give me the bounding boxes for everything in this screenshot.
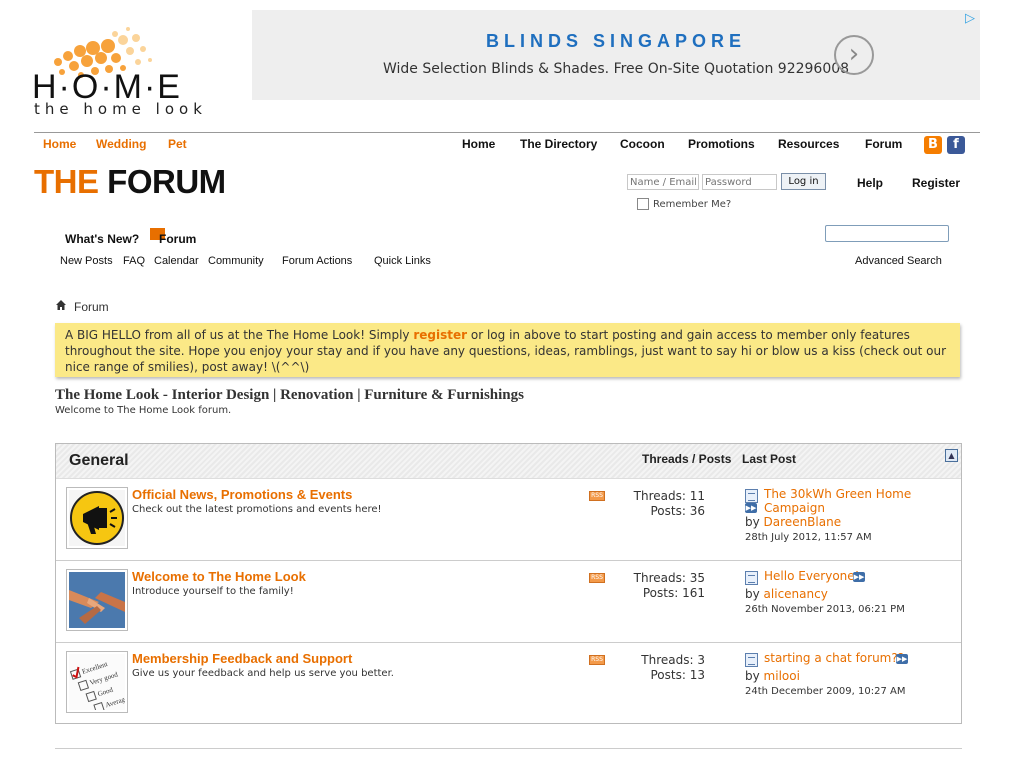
forum-title-link[interactable]: Official News, Promotions & Events — [132, 487, 352, 502]
topnav-wedding[interactable]: Wedding — [96, 137, 146, 151]
welcome-notice: A BIG HELLO from all of us at the The Ho… — [55, 323, 960, 377]
collapse-icon[interactable]: ▲ — [945, 449, 958, 462]
last-post-title[interactable]: The 30kWh Green Home Campaign — [764, 487, 961, 515]
subnav-calendar[interactable]: Calendar — [154, 255, 199, 267]
mainnav-home[interactable]: Home — [462, 137, 495, 151]
category-header: General Threads / Posts Last Post ▲ — [56, 444, 961, 479]
rss-icon[interactable]: RSS — [589, 573, 605, 583]
thread-count: Threads: 35 — [633, 571, 705, 585]
go-to-last-post-icon[interactable]: ▶▶ — [853, 572, 865, 582]
author-link[interactable]: milooi — [764, 669, 800, 683]
subnav-forum-actions[interactable]: Forum Actions — [282, 255, 352, 267]
advanced-search-link[interactable]: Advanced Search — [855, 255, 942, 267]
ad-banner[interactable]: BLINDS SINGAPORE Wide Selection Blinds &… — [252, 10, 980, 100]
forum-title-forum: FORUM — [107, 163, 226, 200]
topnav-pet[interactable]: Pet — [168, 137, 187, 151]
author-link[interactable]: alicenancy — [764, 587, 828, 601]
remember-me-label: Remember Me? — [653, 199, 732, 210]
search-input[interactable] — [825, 225, 949, 242]
post-count: Posts: 36 — [650, 504, 706, 518]
thread-icon — [745, 489, 758, 503]
site-subtitle: Welcome to The Home Look forum. — [55, 405, 232, 416]
last-post-date: 24th December 2009, 10:27 AM — [745, 686, 906, 697]
notice-register-link[interactable]: register — [413, 328, 467, 342]
home-look-logo[interactable]: H·O·M·E the home look — [20, 20, 220, 120]
last-post-title[interactable]: Hello Everyone! — [764, 569, 859, 583]
mainnav-resources[interactable]: Resources — [778, 137, 839, 151]
password-input[interactable] — [702, 174, 777, 190]
header-threads-posts: Threads / Posts — [642, 452, 732, 466]
username-input[interactable] — [627, 174, 699, 190]
rss-icon[interactable]: RSS — [589, 491, 605, 501]
go-to-last-post-icon[interactable]: ▶▶ — [745, 503, 757, 513]
tab-forum[interactable]: Forum — [159, 232, 196, 246]
subnav-quick-links[interactable]: Quick Links — [374, 255, 431, 267]
help-link[interactable]: Help — [857, 176, 883, 190]
last-post-date: 28th July 2012, 11:57 AM — [745, 532, 872, 543]
last-post-author: by DareenBlane — [745, 515, 841, 529]
mainnav-promotions[interactable]: Promotions — [688, 137, 755, 151]
notice-text-before: A BIG HELLO from all of us at the The Ho… — [65, 328, 414, 342]
forum-row: Welcome to The Home Look Introduce yours… — [56, 561, 961, 643]
go-to-last-post-icon[interactable]: ▶▶ — [896, 654, 908, 664]
by-label: by — [745, 587, 760, 601]
forum-thumbnail[interactable]: Excellent Very good Good Average — [66, 651, 128, 713]
last-post-author: by milooi — [745, 669, 800, 683]
breadcrumb[interactable]: Forum — [74, 300, 109, 314]
subnav-faq[interactable]: FAQ — [123, 255, 145, 267]
feedback-checklist-icon: Excellent Very good Good Average — [69, 654, 125, 710]
mainnav-directory[interactable]: The Directory — [520, 137, 597, 151]
by-label: by — [745, 669, 760, 683]
post-count: Posts: 13 — [650, 668, 706, 682]
subnav-new-posts[interactable]: New Posts — [60, 255, 113, 267]
blogger-icon[interactable]: B — [924, 136, 942, 154]
last-post-date: 26th November 2013, 06:21 PM — [745, 604, 905, 615]
logo-tagline: the home look — [34, 100, 207, 118]
rss-icon[interactable]: RSS — [589, 655, 605, 665]
megaphone-icon — [70, 491, 124, 545]
next-category-edge — [55, 748, 962, 758]
site-title: The Home Look - Interior Design | Renova… — [55, 387, 524, 403]
author-link[interactable]: DareenBlane — [764, 515, 842, 529]
forum-description: Give us your feedback and help us serve … — [132, 668, 394, 679]
category-title[interactable]: General — [69, 452, 129, 470]
forum-thumbnail[interactable] — [66, 487, 128, 549]
login-button[interactable]: Log in — [781, 173, 826, 190]
home-icon[interactable] — [55, 299, 67, 311]
forum-title-link[interactable]: Welcome to The Home Look — [132, 569, 306, 584]
thread-icon — [745, 571, 758, 585]
topnav-home[interactable]: Home — [43, 137, 76, 151]
register-link[interactable]: Register — [912, 176, 960, 190]
forum-row: Excellent Very good Good Average Members… — [56, 643, 961, 725]
forum-thumbnail[interactable] — [66, 569, 128, 631]
ad-arrow-icon[interactable]: › — [834, 35, 874, 75]
nav-divider — [34, 132, 980, 133]
forum-description: Check out the latest promotions and even… — [132, 504, 382, 515]
forum-title-link[interactable]: Membership Feedback and Support — [132, 651, 352, 666]
header-last-post: Last Post — [742, 452, 797, 466]
subnav-community[interactable]: Community — [208, 255, 264, 267]
last-post-author: by alicenancy — [745, 587, 828, 601]
tab-whats-new[interactable]: What's New? — [65, 232, 139, 246]
remember-me-checkbox[interactable] — [637, 198, 649, 210]
forum-category-general: General Threads / Posts Last Post ▲ Offi… — [55, 443, 962, 724]
mainnav-forum[interactable]: Forum — [865, 137, 902, 151]
post-count: Posts: 161 — [642, 586, 705, 600]
thread-count: Threads: 11 — [633, 489, 705, 503]
forum-row: Official News, Promotions & Events Check… — [56, 479, 961, 561]
handshake-icon — [69, 572, 125, 628]
by-label: by — [745, 515, 760, 529]
mainnav-cocoon[interactable]: Cocoon — [620, 137, 665, 151]
thread-count: Threads: 3 — [641, 653, 705, 667]
ad-choices-icon[interactable]: ▷ — [965, 11, 975, 26]
facebook-icon[interactable]: f — [947, 136, 965, 154]
thread-icon — [745, 653, 758, 667]
forum-description: Introduce yourself to the family! — [132, 586, 294, 597]
forum-page-title: THE FORUM — [34, 163, 226, 201]
forum-title-the: THE — [34, 163, 99, 200]
last-post-title[interactable]: starting a chat forum?? — [764, 651, 904, 665]
